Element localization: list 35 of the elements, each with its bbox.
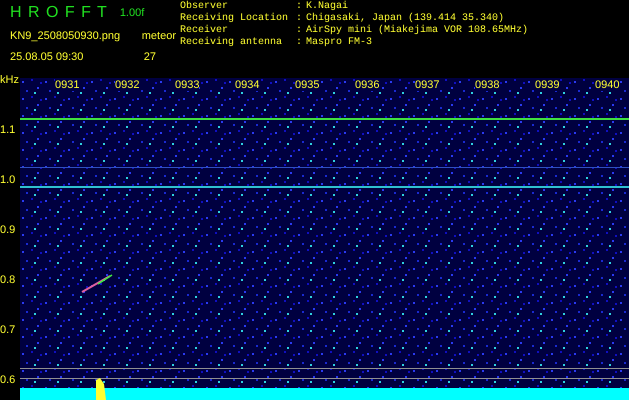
version-label: 1.00f bbox=[120, 6, 144, 21]
info-separator: : bbox=[296, 25, 304, 37]
info-label: Receiving antenna bbox=[180, 37, 284, 49]
time-label: 0936 bbox=[355, 79, 380, 91]
info-separator: : bbox=[296, 1, 304, 13]
axis-tick-label: 1.0 bbox=[0, 174, 16, 186]
info-value: Maspro FM-3 bbox=[306, 37, 372, 49]
meteor-count: 27 bbox=[144, 50, 156, 64]
time-label: 0938 bbox=[475, 79, 500, 91]
axis-tick-label: 0.6 bbox=[0, 374, 16, 386]
time-label: 0939 bbox=[535, 79, 560, 91]
info-value: AirSpy mini (Miakejima VOR 108.65MHz) bbox=[306, 25, 528, 37]
time-label: 0932 bbox=[115, 79, 140, 91]
time-label: 0940 bbox=[595, 79, 620, 91]
file-name: KN9_2508050930.png bbox=[10, 29, 120, 44]
time-label: 0937 bbox=[415, 79, 440, 91]
time-label: 0933 bbox=[175, 79, 200, 91]
time-label: 0935 bbox=[295, 79, 320, 91]
info-label: Receiver bbox=[180, 25, 230, 36]
axis-unit: kHz bbox=[0, 73, 19, 88]
time-label: 0934 bbox=[235, 79, 260, 91]
axis-tick-label: 0.9 bbox=[0, 224, 16, 236]
date-time: 25.08.05 09:30 bbox=[10, 50, 84, 64]
axis-tick-label: 0.7 bbox=[0, 324, 16, 336]
info-label: Receiving Location bbox=[180, 13, 290, 24]
info-separator: : bbox=[296, 37, 304, 49]
info-value: K.Nagai bbox=[306, 1, 348, 12]
axis-tick-label: 1.1 bbox=[0, 124, 16, 136]
time-label: 0931 bbox=[55, 79, 80, 91]
axis-tick-label: 0.8 bbox=[0, 274, 16, 286]
counter-label: meteor bbox=[142, 29, 176, 44]
info-value: Chigasaki, Japan (139.414 35.340) bbox=[306, 13, 504, 24]
info-separator: : bbox=[296, 13, 304, 25]
app-title: H R O F F T bbox=[10, 3, 108, 23]
info-label: Observer bbox=[180, 1, 230, 12]
